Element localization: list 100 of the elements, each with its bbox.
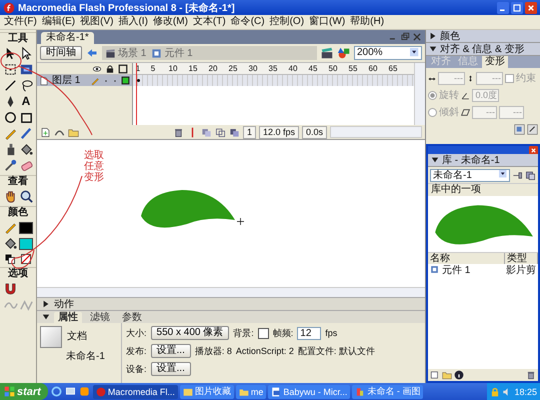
outline-square-icon[interactable] (118, 64, 128, 74)
radio-button[interactable] (428, 91, 437, 100)
paint-bucket-icon[interactable] (18, 142, 34, 157)
taskbar-button[interactable]: me (236, 384, 266, 398)
menu-item[interactable]: 文件(F) (4, 16, 37, 28)
info-icon[interactable] (454, 370, 464, 380)
height-arrows-icon (467, 74, 474, 83)
eye-icon[interactable] (92, 64, 102, 74)
horizontal-scrollbar[interactable] (330, 126, 422, 138)
panel-title: 颜色 (440, 30, 460, 42)
size-button[interactable]: 550 x 400 像素 (150, 326, 230, 340)
properties-tab[interactable]: 属性 (54, 312, 82, 322)
skew-icon (461, 108, 470, 117)
mode-label: 旋转 (439, 90, 459, 102)
actions-panel-header[interactable]: 动作 (37, 297, 425, 310)
text-tool-button[interactable]: A (18, 94, 34, 109)
device-label: 设备: (126, 363, 147, 375)
default-colors-icon[interactable] (4, 253, 16, 265)
lock-icon[interactable] (105, 64, 115, 74)
publish-settings-button[interactable]: 设置... (150, 344, 191, 358)
close-icon[interactable] (525, 2, 537, 14)
stroke-color-swatch[interactable] (19, 222, 33, 234)
onion-skin-icon[interactable] (200, 126, 212, 138)
oval-tool-icon[interactable] (2, 110, 18, 125)
column-header[interactable]: 类型 (505, 253, 538, 264)
library-panel-header[interactable]: 库 - 未命名-1 (428, 154, 538, 167)
close-icon[interactable] (529, 146, 538, 154)
menu-item[interactable]: 编辑(E) (42, 16, 76, 28)
restore-icon[interactable] (400, 32, 410, 42)
breadcrumb-link[interactable]: 元件 1 (164, 46, 193, 60)
desktop-icon[interactable] (64, 386, 76, 397)
triangle-down-icon[interactable] (429, 45, 437, 53)
menu-item[interactable]: 视图(V) (80, 16, 114, 28)
color-panel-header[interactable]: 颜色 (426, 30, 540, 43)
fill-color-swatch[interactable] (19, 238, 33, 250)
taskbar-button[interactable]: 未命名 - 画图 (352, 384, 424, 398)
background-color-swatch[interactable] (258, 328, 269, 338)
picture-folder-icon (182, 386, 193, 396)
maximize-icon[interactable] (511, 2, 523, 14)
horizontal-scrollbar[interactable] (37, 287, 425, 297)
app-logo-icon (3, 2, 15, 14)
taskbar-button[interactable]: 图片收藏 (180, 384, 234, 398)
triangle-right-icon[interactable] (429, 32, 437, 40)
triangle-down-icon[interactable] (42, 313, 50, 321)
onion-outline-icon[interactable] (214, 126, 226, 138)
menu-item[interactable]: 窗口(W) (309, 16, 346, 28)
breadcrumb-link[interactable]: 场景 1 (118, 46, 146, 60)
brush-icon[interactable] (18, 126, 34, 141)
library-item[interactable]: 元件 1 影片剪 (428, 264, 538, 275)
taskbar-button[interactable]: Babywu - Micr... (268, 384, 350, 398)
zoom-dropdown[interactable]: 200% (354, 46, 422, 60)
document-dropdown[interactable]: 未命名-1 (430, 168, 510, 182)
timeline-button[interactable]: 时间轴 (40, 46, 82, 60)
device-settings-button[interactable]: 设置... (150, 362, 191, 376)
taskbar-button[interactable]: Macromedia Fl... (92, 384, 178, 398)
rectangle-tool-icon[interactable] (18, 110, 34, 125)
menu-item[interactable]: 修改(M) (152, 16, 188, 28)
line-tool-icon[interactable] (2, 78, 18, 93)
insert-layer-icon[interactable] (40, 126, 51, 138)
constrain-checkbox[interactable] (505, 74, 514, 83)
triangle-right-icon[interactable] (42, 300, 50, 308)
new-symbol-icon[interactable] (430, 370, 440, 380)
paint-bucket-icon[interactable] (2, 236, 18, 251)
radio-button[interactable] (428, 108, 437, 117)
frame-number: 5 (150, 64, 156, 74)
magnet-icon[interactable] (2, 281, 18, 296)
fps-unit: fps (325, 327, 338, 339)
panel-tab[interactable]: 变形 (482, 56, 508, 68)
pin-icon[interactable] (512, 170, 523, 180)
layer-row[interactable]: 图层 1 (37, 75, 132, 86)
trash-icon[interactable] (172, 126, 184, 138)
folder-icon[interactable] (442, 370, 452, 380)
menu-item[interactable]: 插入(I) (118, 16, 148, 28)
browser-icon[interactable] (50, 386, 62, 397)
start-button[interactable]: start (0, 383, 48, 400)
minimize-icon[interactable] (497, 2, 509, 14)
no-color-icon[interactable] (20, 253, 32, 265)
zoom-icon[interactable] (18, 189, 34, 204)
frame-number: 35 (268, 64, 278, 74)
trash-icon[interactable] (526, 370, 536, 380)
vertical-scrollbar[interactable] (414, 63, 425, 125)
new-library-icon[interactable] (525, 170, 536, 180)
triangle-down-icon[interactable] (431, 156, 439, 164)
eyedropper-icon[interactable] (2, 158, 18, 173)
edit-symbols-icon[interactable] (337, 46, 351, 60)
menu-item[interactable]: 控制(O) (270, 16, 304, 28)
back-arrow-icon[interactable] (85, 47, 99, 59)
document-tab[interactable]: 未命名-1* (41, 32, 94, 44)
frame-rate-field[interactable]: 12 (297, 326, 322, 340)
menu-item[interactable]: 帮助(H) (350, 16, 384, 28)
transform-panel-header[interactable]: 对齐 & 信息 & 变形 (426, 43, 540, 56)
menu-item[interactable]: 文本(T) (192, 16, 226, 28)
free-transform-icon[interactable] (2, 62, 18, 77)
reset-transform-icon[interactable] (527, 124, 538, 135)
edit-scene-icon[interactable] (320, 46, 334, 60)
frame-rate: 12.0 fps (258, 126, 299, 138)
properties-tab[interactable]: 参数 (118, 312, 146, 322)
edit-frames-icon[interactable] (228, 126, 240, 138)
properties-tab[interactable]: 滤镜 (86, 312, 114, 322)
menu-item[interactable]: 命令(C) (230, 16, 265, 28)
